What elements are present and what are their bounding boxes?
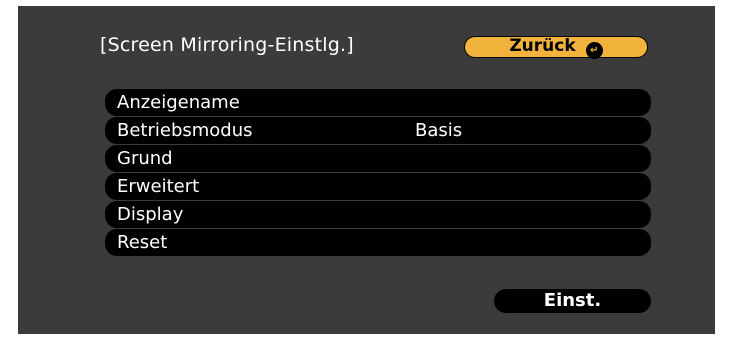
menu-item-display[interactable]: Display — [105, 201, 651, 228]
back-button-label: Zurück — [509, 36, 576, 56]
menu-item-label: Anzeigename — [117, 92, 240, 113]
back-button[interactable]: Zurück ↵ — [464, 36, 648, 59]
menu-item-label: Reset — [117, 232, 168, 253]
menu-item-label: Grund — [117, 148, 173, 169]
menu-item-grund[interactable]: Grund — [105, 145, 651, 172]
set-button[interactable]: Einst. — [494, 289, 651, 313]
menu-item-value: Basis — [415, 120, 463, 141]
menu-item-label: Erweitert — [117, 176, 200, 197]
menu-item-label: Display — [117, 204, 184, 225]
menu-item-erweitert[interactable]: Erweitert — [105, 173, 651, 200]
settings-panel: [Screen Mirroring-Einstlg.] Zurück ↵ Anze… — [18, 6, 715, 334]
menu-item-betriebsmodus[interactable]: Betriebsmodus Basis — [105, 117, 651, 144]
menu-item-label: Betriebsmodus — [117, 120, 253, 141]
enter-icon: ↵ — [585, 42, 603, 59]
page-title: [Screen Mirroring-Einstlg.] — [100, 34, 354, 56]
settings-menu: Anzeigename Betriebsmodus Basis Grund Er… — [105, 89, 651, 257]
menu-item-reset[interactable]: Reset — [105, 229, 651, 256]
menu-item-anzeigename[interactable]: Anzeigename — [105, 89, 651, 116]
